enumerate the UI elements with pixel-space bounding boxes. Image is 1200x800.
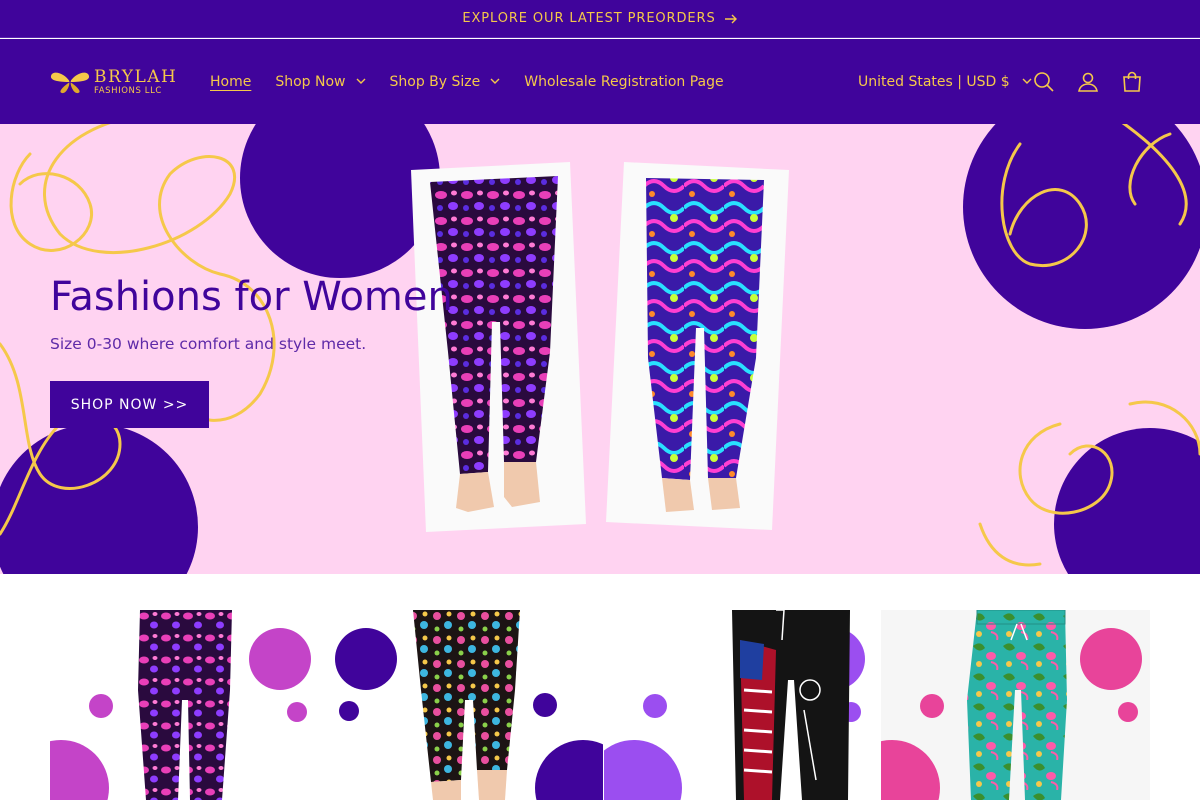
product-image: [335, 610, 603, 800]
logo-text: BRYLAH FASHIONS LLC: [94, 66, 178, 96]
nav-item-label: Home: [210, 73, 252, 90]
nav-item-label: Wholesale Registration Page: [524, 73, 724, 90]
hero-subtitle: Size 0-30 where comfort and style meet.: [50, 335, 367, 353]
region-label: United States | USD $: [858, 73, 1010, 90]
nav-item-wholesale[interactable]: Wholesale Registration Page: [512, 62, 735, 102]
product-card-leopard[interactable]: [50, 610, 318, 800]
product-card-flamingo[interactable]: [881, 610, 1150, 800]
country-currency-selector[interactable]: United States | USD $: [846, 39, 1044, 124]
search-icon: [1034, 72, 1054, 92]
arrow-right-icon: [724, 14, 737, 23]
hero-title: Fashions for Women: [50, 274, 453, 320]
logo-sub-text: FASHIONS LLC: [94, 85, 162, 96]
butterfly-icon: [50, 72, 90, 94]
product-image: [604, 610, 872, 800]
chevron-down-icon: [356, 78, 365, 84]
chevron-down-icon: [490, 78, 500, 84]
nav-item-label: Shop By Size: [389, 73, 481, 90]
product-card-we-the-people[interactable]: [604, 610, 872, 800]
nav-item-label: Shop Now: [275, 73, 346, 90]
nav-item-shop-now[interactable]: Shop Now: [263, 62, 377, 102]
leopard-capri-photo: [411, 162, 586, 532]
neon-leggings-photo: [606, 162, 789, 530]
nav-item-home[interactable]: Home: [198, 62, 263, 102]
account-button[interactable]: [1071, 65, 1105, 99]
brand-logo[interactable]: BRYLAH FASHIONS LLC: [50, 67, 177, 97]
product-card-floral-capri[interactable]: [335, 610, 603, 800]
featured-products: [50, 610, 1150, 800]
site-header: BRYLAH FASHIONS LLC Home Shop Now Shop B…: [0, 39, 1200, 124]
main-nav: Home Shop Now Shop By Size Wholesale Reg…: [198, 39, 736, 124]
cart-icon: [1123, 71, 1141, 92]
announcement-link[interactable]: EXPLORE OUR LATEST PREORDERS: [462, 11, 737, 26]
hero-banner: Fashions for Women Size 0-30 where comfo…: [0, 124, 1200, 574]
product-image: [881, 610, 1150, 800]
account-icon: [1078, 72, 1098, 92]
product-image: [50, 610, 318, 800]
announcement-bar: EXPLORE OUR LATEST PREORDERS: [0, 0, 1200, 38]
nav-item-shop-by-size[interactable]: Shop By Size: [378, 62, 513, 102]
logo-main-text: BRYLAH: [94, 66, 178, 87]
announcement-text: EXPLORE OUR LATEST PREORDERS: [462, 11, 716, 26]
cart-button[interactable]: [1115, 65, 1149, 99]
search-button[interactable]: [1027, 65, 1061, 99]
shop-now-button[interactable]: SHOP NOW >>: [50, 381, 209, 428]
